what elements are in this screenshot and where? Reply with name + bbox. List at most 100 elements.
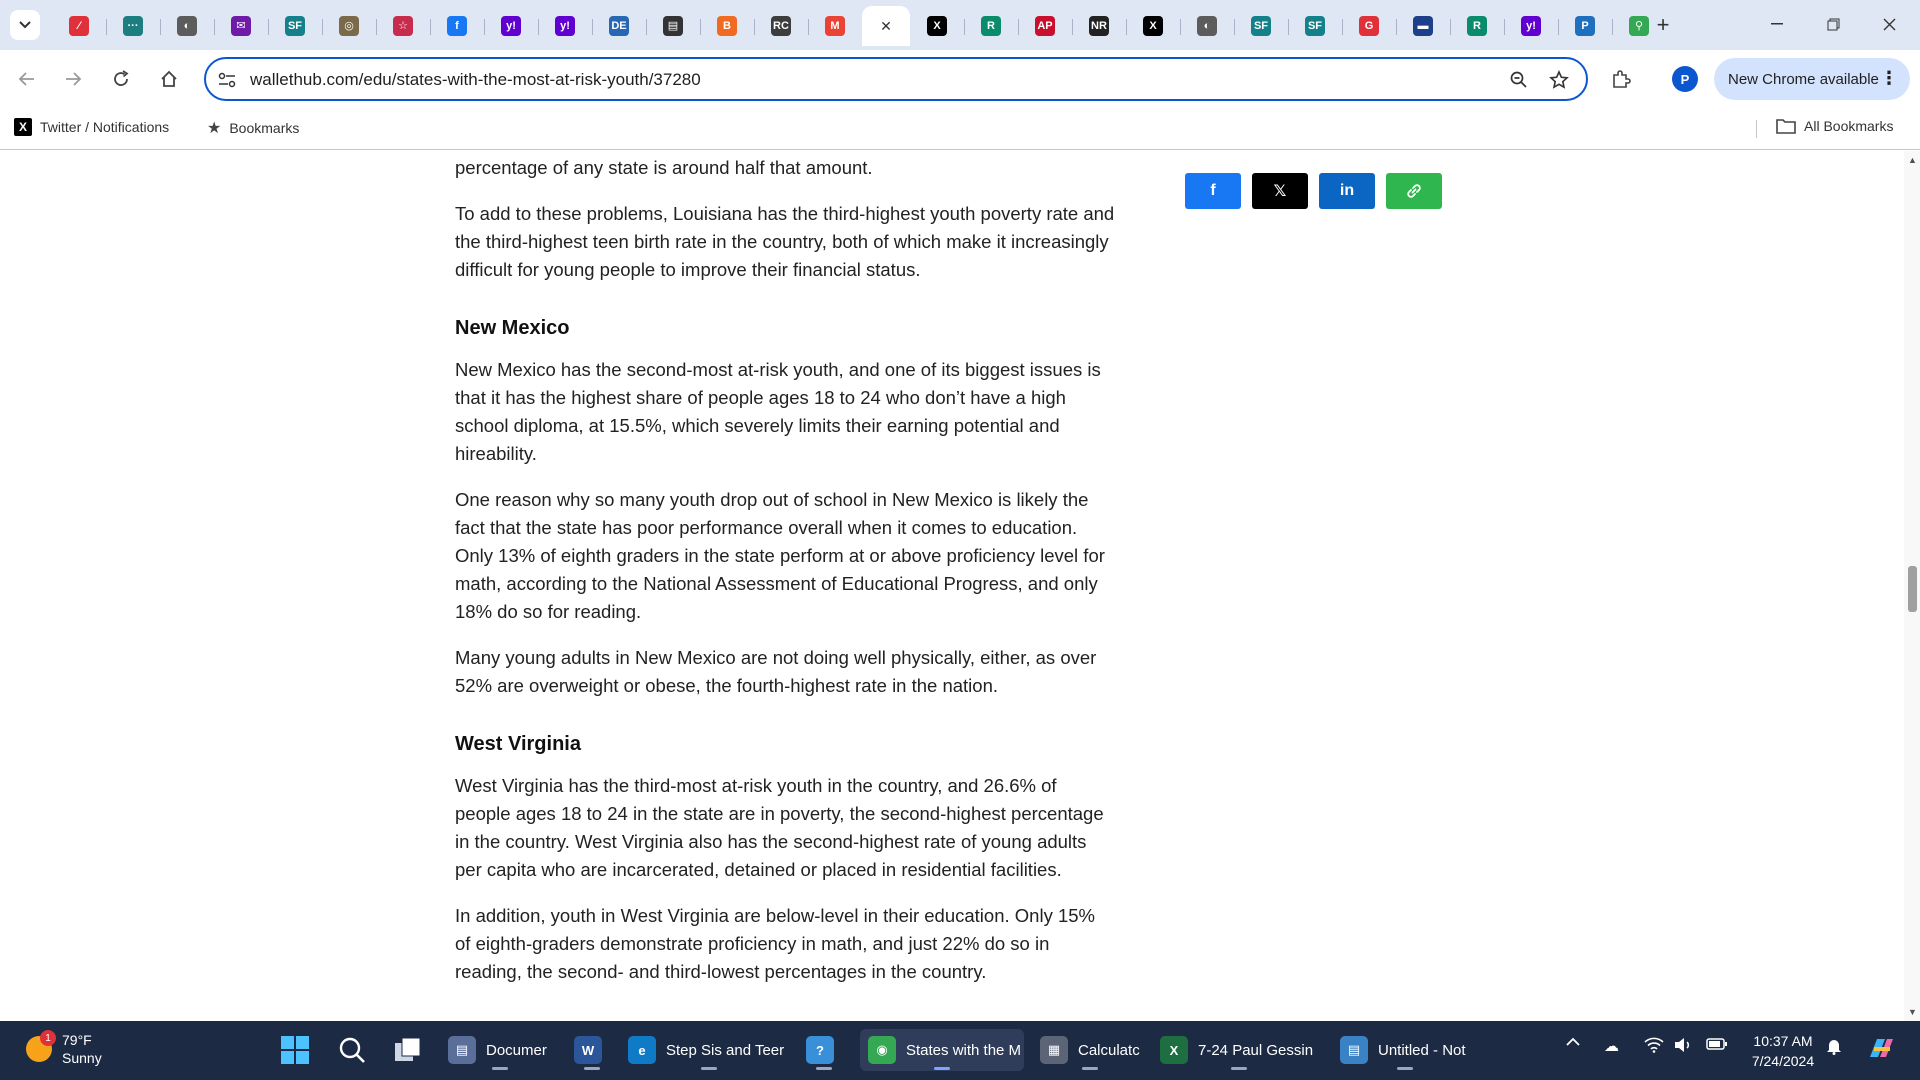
browser-tab[interactable]: ◐	[1180, 6, 1234, 46]
volume-icon[interactable]	[1674, 1037, 1694, 1053]
browser-tab[interactable]: R	[964, 6, 1018, 46]
taskbar-excel[interactable]: X 7-24 Paul Gessin	[1160, 1029, 1318, 1071]
share-x-button[interactable]: 𝕏	[1252, 173, 1308, 209]
browser-tab[interactable]: P	[1558, 6, 1612, 46]
browser-tab[interactable]: R	[1450, 6, 1504, 46]
start-button[interactable]	[280, 1029, 316, 1071]
browser-tab[interactable]: NR	[1072, 6, 1126, 46]
tab-icon-5-icon: SF	[285, 16, 305, 36]
home-icon	[161, 70, 177, 87]
share-linkedin-button[interactable]: in	[1319, 173, 1375, 209]
browser-tab[interactable]: ···	[106, 6, 160, 46]
taskbar-chrome[interactable]: ◉ States with the M	[860, 1029, 1024, 1071]
taskbar-help[interactable]: ?	[806, 1029, 842, 1071]
browser-tab[interactable]: y!	[538, 6, 592, 46]
browser-tab[interactable]: DE	[592, 6, 646, 46]
task-view-button[interactable]	[394, 1029, 430, 1071]
copilot-icon[interactable]	[1866, 1033, 1896, 1063]
browser-tab[interactable]: SF	[1288, 6, 1342, 46]
scroll-down-arrow-icon[interactable]: ▼	[1908, 1007, 1917, 1017]
browser-tab[interactable]: X	[1126, 6, 1180, 46]
taskbar-documents[interactable]: ▤ Documer	[448, 1029, 552, 1071]
browser-tab[interactable]: y!	[484, 6, 538, 46]
minimize-button[interactable]	[1754, 8, 1800, 40]
browser-tab[interactable]: G	[1342, 6, 1396, 46]
browser-tab[interactable]: SF	[1234, 6, 1288, 46]
taskbar-clock[interactable]: 10:37 AM 7/24/2024	[1748, 1031, 1818, 1071]
sun-icon: 1	[26, 1030, 56, 1062]
browser-tab[interactable]: RC	[754, 6, 808, 46]
new-chrome-available-button[interactable]: New Chrome available ⋮	[1714, 58, 1910, 100]
zoom-icon[interactable]	[1506, 67, 1532, 93]
tab-icon-19-icon: AP	[1035, 16, 1055, 36]
taskbar-notepad[interactable]: ▤ Untitled - Not	[1340, 1029, 1470, 1071]
running-indicator	[1082, 1067, 1098, 1070]
taskbar-edge[interactable]: e Step Sis and Teer	[628, 1029, 790, 1071]
show-hidden-icons-button[interactable]	[1566, 1037, 1580, 1046]
scroll-up-arrow-icon[interactable]: ▲	[1908, 155, 1917, 165]
battery-icon[interactable]	[1706, 1037, 1728, 1051]
copy-link-button[interactable]	[1386, 173, 1442, 209]
windows-logo-icon	[281, 1036, 309, 1064]
tab-strip: ⁄ ··· ◐ ✉ SF ◎ ☆ f y! y! DE ▤ B RC M ✕ X R AP NR X ◐ SF SF G ▬ Ry!…	[0, 0, 1920, 50]
paragraph-new-mexico-3: Many young adults in New Mexico are not …	[455, 647, 1097, 696]
taskbar-search-button[interactable]	[338, 1029, 374, 1071]
tab-active[interactable]: ✕	[862, 6, 910, 46]
browser-tab[interactable]: f	[430, 6, 484, 46]
browser-tab[interactable]: y!	[1504, 6, 1558, 46]
bookmarks-bar: X Twitter / Notifications ★ Bookmarks Al…	[0, 108, 1920, 150]
browser-tab[interactable]: AP	[1018, 6, 1072, 46]
back-button[interactable]	[12, 64, 42, 94]
chevron-up-icon	[1566, 1037, 1580, 1046]
browser-tab[interactable]: ◎	[322, 6, 376, 46]
taskbar-item-label: Documer	[486, 1041, 547, 1059]
excel-app-icon: X	[1160, 1036, 1188, 1064]
weather-widget[interactable]: 1 79°F Sunny	[26, 1030, 102, 1067]
address-bar[interactable]: wallethub.com/edu/states-with-the-most-a…	[204, 57, 1588, 101]
taskbar-calculator[interactable]: ▦ Calculatc	[1040, 1029, 1140, 1071]
bookmark-star-icon[interactable]	[1546, 67, 1572, 93]
browser-tab[interactable]: ◐	[160, 6, 214, 46]
wifi-icon[interactable]	[1644, 1037, 1664, 1053]
browser-tab[interactable]: ✉	[214, 6, 268, 46]
page-content: percentage of any state is around half t…	[0, 151, 1904, 1021]
browser-tab[interactable]: ☆	[376, 6, 430, 46]
browser-tab[interactable]: X	[910, 6, 964, 46]
tab-active-close[interactable]: ✕	[876, 16, 896, 36]
word-app-icon: W	[574, 1036, 602, 1064]
browser-tab[interactable]: ▤	[646, 6, 700, 46]
browser-tab[interactable]: SF	[268, 6, 322, 46]
close-window-button[interactable]	[1866, 8, 1912, 40]
extensions-button[interactable]	[1606, 64, 1636, 94]
forward-button[interactable]	[58, 64, 88, 94]
bookmark-folder-bookmarks[interactable]: ★ Bookmarks	[207, 118, 299, 138]
notepad-app-icon: ▤	[1340, 1036, 1368, 1064]
home-button[interactable]	[154, 64, 184, 94]
scrollbar-thumb[interactable]	[1908, 566, 1917, 612]
taskbar-word[interactable]: W	[574, 1029, 610, 1071]
notification-bell-icon[interactable]	[1826, 1037, 1842, 1055]
bookmark-twitter-notifications[interactable]: X Twitter / Notifications	[14, 118, 169, 136]
tab-icon-13-icon: B	[717, 16, 737, 36]
browser-tab[interactable]: B	[700, 6, 754, 46]
tab-list: ⁄ ··· ◐ ✉ SF ◎ ☆ f y! y! DE ▤ B RC M ✕ X R AP NR X ◐ SF SF G ▬ Ry!…	[52, 6, 1666, 46]
kebab-menu-icon[interactable]: ⋮	[1880, 68, 1898, 89]
browser-tab[interactable]: ⁄	[52, 6, 106, 46]
paragraph-new-mexico-2: One reason why so many youth drop out of…	[455, 489, 1105, 622]
restore-button[interactable]	[1810, 8, 1856, 40]
page-scrollbar[interactable]: ▲ ▼	[1904, 151, 1920, 1021]
browser-tab[interactable]: ▬	[1396, 6, 1450, 46]
browser-tab[interactable]: M	[808, 6, 862, 46]
reload-button[interactable]	[106, 64, 136, 94]
share-facebook-button[interactable]: f	[1185, 173, 1241, 209]
profile-avatar[interactable]: P	[1672, 66, 1698, 92]
all-bookmarks-button[interactable]: All Bookmarks	[1776, 118, 1893, 134]
site-info-icon[interactable]	[214, 67, 240, 93]
url-text[interactable]: wallethub.com/edu/states-with-the-most-a…	[250, 70, 701, 90]
tab-search-dropdown[interactable]	[10, 10, 40, 40]
tab-icon-9-icon: y!	[501, 16, 521, 36]
tab-icon-28-icon: y!	[1521, 16, 1541, 36]
new-tab-button[interactable]: +	[1648, 10, 1678, 40]
folder-icon	[1776, 119, 1796, 134]
onedrive-icon[interactable]: ☁	[1604, 1037, 1619, 1055]
